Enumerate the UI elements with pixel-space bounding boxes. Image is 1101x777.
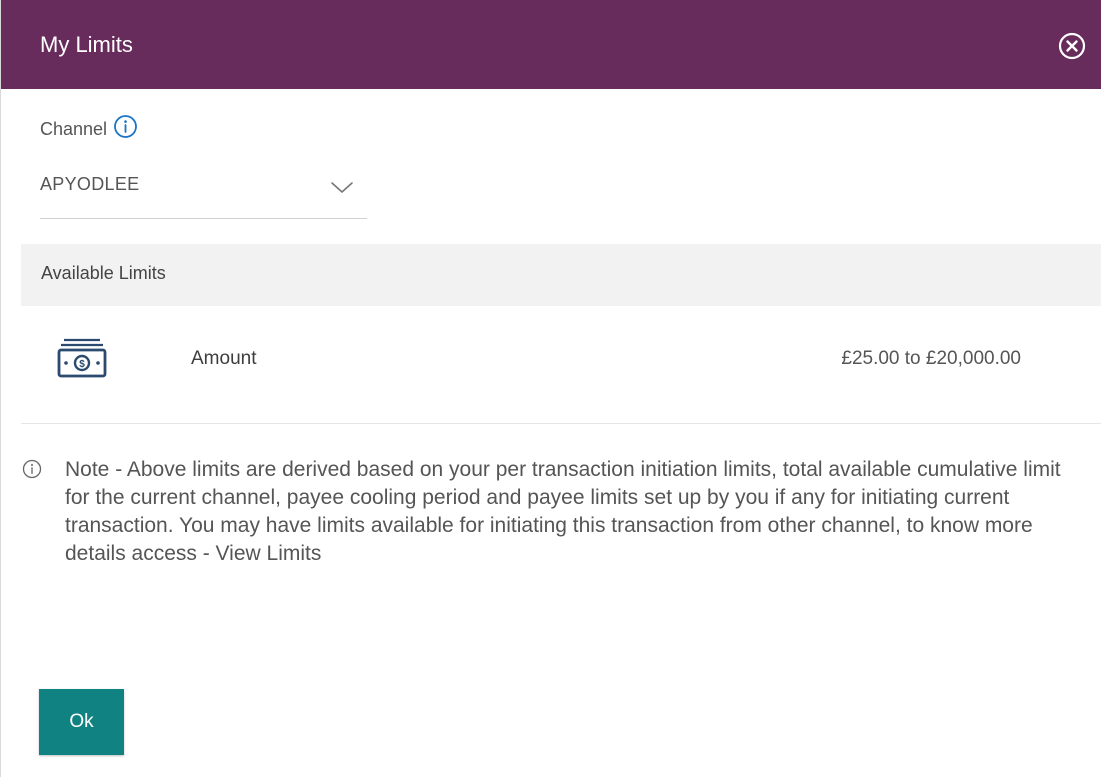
info-icon (21, 458, 43, 480)
channel-select[interactable]: APYODLEE (40, 166, 367, 219)
chevron-down-icon (329, 174, 355, 200)
limit-value: £25.00 to £20,000.00 (841, 348, 1021, 369)
banknote-icon: $ (56, 337, 108, 379)
limit-row: $ Amount £25.00 to £20,000.00 (21, 306, 1101, 424)
available-limits-header: Available Limits (21, 244, 1101, 306)
svg-text:$: $ (79, 359, 85, 370)
dialog-title: My Limits (40, 32, 133, 57)
my-limits-dialog: My Limits Channel APYODLEE Available Lim… (0, 0, 1101, 777)
channel-select-value: APYODLEE (40, 174, 140, 194)
channel-label-text: Channel (40, 119, 108, 139)
note-text: Note - Above limits are derived based on… (65, 458, 1061, 565)
info-icon[interactable] (113, 114, 138, 139)
available-limits-title: Available Limits (41, 263, 166, 283)
ok-button[interactable]: Ok (39, 689, 124, 755)
close-icon[interactable] (1058, 32, 1086, 60)
limit-label: Amount (191, 348, 257, 369)
channel-label: Channel (40, 114, 138, 141)
dialog-header: My Limits (1, 0, 1101, 89)
